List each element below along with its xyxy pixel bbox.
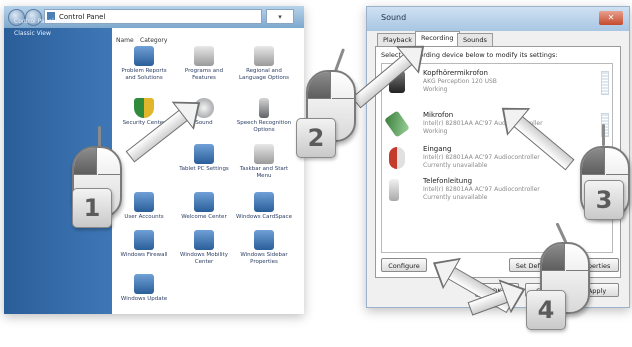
control-panel-window: Control Panel ▾ Control Panel Home Class… (4, 6, 304, 314)
cp-item-speech[interactable]: Speech Recognition Options (236, 98, 292, 134)
cp-item-label: Regional and Language Options (238, 68, 290, 81)
device-status: Currently unavailable (423, 162, 488, 169)
column-header-category[interactable]: Category (140, 37, 167, 44)
cp-item-label: Speech Recognition Options (236, 120, 292, 133)
close-button[interactable]: ✕ (599, 11, 623, 25)
cp-item-programs[interactable]: Programs and Features (176, 46, 232, 82)
level-meter (601, 71, 609, 95)
taskbar-icon (254, 144, 274, 164)
cp-item-label: Windows CardSpace (236, 214, 292, 220)
cp-item-label: Windows Firewall (120, 252, 168, 258)
cp-item-problem-reports[interactable]: Problem Reports and Solutions (116, 46, 172, 82)
line-in-icon (389, 147, 405, 169)
cp-item-user-accounts[interactable]: User Accounts (116, 192, 172, 221)
reports-icon (134, 46, 154, 66)
users-icon (134, 192, 154, 212)
chevron-down-icon: ▾ (278, 13, 282, 21)
cp-item-windows-update[interactable]: Windows Update (116, 274, 172, 303)
cp-item-label: User Accounts (124, 214, 164, 220)
cp-item-label: Windows Sidebar Properties (240, 252, 288, 265)
cp-item-label: Welcome Center (181, 214, 227, 220)
tab-sounds[interactable]: Sounds (457, 33, 493, 47)
address-bar[interactable]: Control Panel (44, 9, 262, 24)
device-status: Working (423, 86, 448, 93)
phone-line-icon (389, 179, 399, 201)
device-detail: Intel(r) 82801AA AC'97 Audiocontroller (423, 154, 540, 161)
mouse-cord (602, 124, 605, 146)
sound-dialog-title: Sound (381, 13, 407, 22)
update-icon (134, 274, 154, 294)
sidebar-item-home[interactable]: Control Panel Home (14, 18, 73, 25)
cp-item-tablet[interactable]: Tablet PC Settings (176, 144, 232, 173)
address-dropdown[interactable]: ▾ (266, 9, 294, 24)
sound-titlebar (367, 7, 629, 31)
sidebar-icon (254, 230, 274, 250)
step-number-3: 3 (584, 180, 624, 220)
cp-item-label: Taskbar and Start Menu (239, 166, 289, 179)
tablet-icon (194, 144, 214, 164)
mouse-cord (98, 126, 101, 148)
cp-item-label: Problem Reports and Solutions (121, 68, 167, 81)
cp-item-label: Windows Update (120, 296, 168, 302)
cp-item-label: Programs and Features (184, 68, 224, 81)
step-number-4: 4 (526, 290, 566, 330)
shield-icon (134, 98, 154, 118)
close-icon: ✕ (607, 13, 615, 22)
mobility-icon (194, 230, 214, 250)
device-name: Eingang (423, 145, 452, 153)
cp-item-mobility[interactable]: Windows Mobility Center (176, 230, 232, 266)
device-name: Mikrofon (423, 111, 454, 119)
step-number-2: 2 (296, 118, 336, 158)
device-name: Kopfhörermikrofon (423, 69, 488, 77)
welcome-icon (194, 192, 214, 212)
cp-item-sidebar-props[interactable]: Windows Sidebar Properties (236, 230, 292, 266)
device-detail: AKG Perception 120 USB (423, 78, 497, 85)
device-status: Working (423, 128, 448, 135)
programs-icon (194, 46, 214, 66)
device-detail: Intel(r) 82801AA AC'97 Audiocontroller (423, 186, 540, 193)
firewall-icon (134, 230, 154, 250)
cp-item-label: Tablet PC Settings (179, 166, 229, 172)
cp-item-firewall[interactable]: Windows Firewall (116, 230, 172, 259)
regional-icon (254, 46, 274, 66)
microphone-icon (259, 98, 269, 118)
device-status: Currently unavailable (423, 194, 488, 201)
cp-item-regional[interactable]: Regional and Language Options (236, 46, 292, 82)
sidebar-item-classic-view[interactable]: Classic View (14, 30, 51, 37)
mouse-cord (333, 48, 346, 72)
cp-item-taskbar[interactable]: Taskbar and Start Menu (236, 144, 292, 180)
cp-item-cardspace[interactable]: Windows CardSpace (236, 192, 292, 221)
device-name: Telefonleitung (423, 177, 473, 185)
configure-button[interactable]: Configure (381, 258, 427, 272)
step-number-1: 1 (72, 188, 112, 228)
cardspace-icon (254, 192, 274, 212)
column-header-name[interactable]: Name (116, 37, 134, 44)
cp-item-label: Windows Mobility Center (180, 252, 228, 265)
cp-item-welcome[interactable]: Welcome Center (176, 192, 232, 221)
